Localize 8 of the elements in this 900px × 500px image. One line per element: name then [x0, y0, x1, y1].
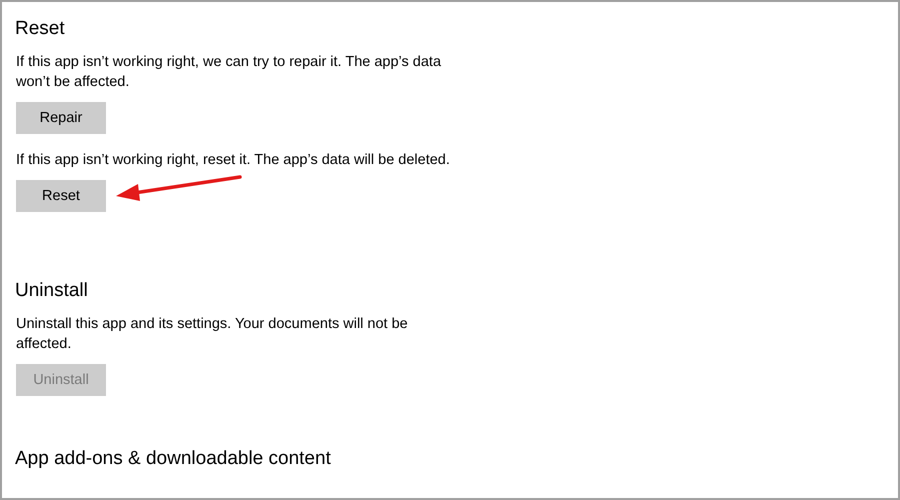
action-button[interactable]: Repair [16, 102, 106, 134]
action-button[interactable]: Reset [16, 180, 106, 212]
section-heading: Uninstall [15, 279, 89, 303]
description-text: If this app isn’t working right, reset it. The app’s data will be deleted. [16, 151, 451, 170]
description-text: If this app isn’t working right, we can try to repair it. The app’s data won’t be affected. [16, 53, 442, 92]
section-heading: App add-ons & downloadable content [15, 447, 332, 471]
section-heading: Reset [15, 17, 66, 41]
description-text: Uninstall this app and its settings. Your documents will not be affected. [16, 315, 409, 354]
